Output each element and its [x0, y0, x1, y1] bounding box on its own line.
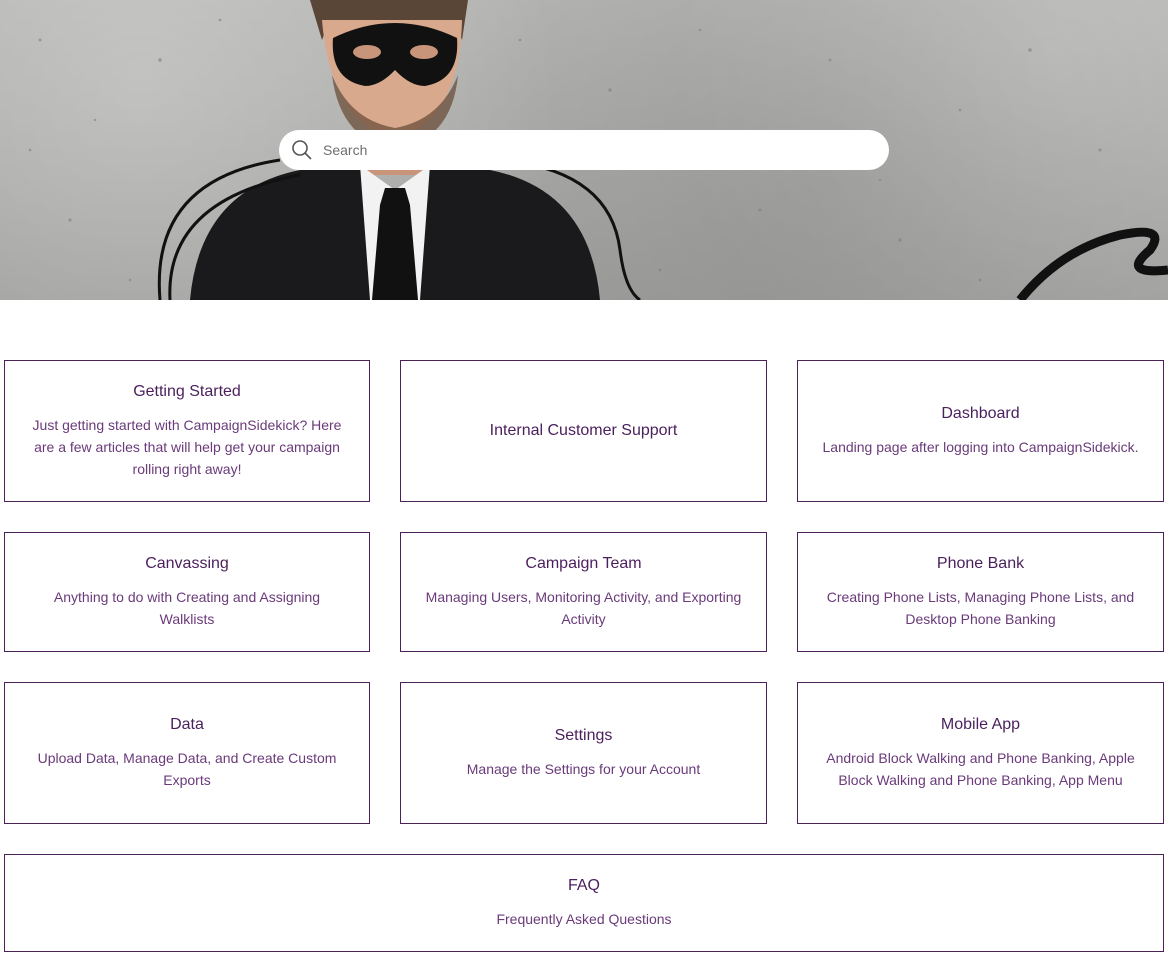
- category-title: Settings: [554, 727, 613, 744]
- category-description: Just getting started with CampaignSideki…: [32, 417, 342, 477]
- category-card-mobile-app[interactable]: Mobile App Android Block Walking and Pho…: [797, 682, 1164, 824]
- category-title: FAQ: [567, 877, 600, 894]
- category-title: Dashboard: [941, 405, 1020, 422]
- search-bar[interactable]: [279, 130, 889, 170]
- category-card-getting-started[interactable]: Getting Started Just getting started wit…: [4, 360, 370, 502]
- category-title: Getting Started: [133, 383, 241, 400]
- category-description: Android Block Walking and Phone Banking,…: [826, 750, 1135, 788]
- category-card-phone-bank[interactable]: Phone Bank Creating Phone Lists, Managin…: [797, 532, 1164, 652]
- category-title: Campaign Team: [525, 555, 642, 572]
- category-card-data[interactable]: Data Upload Data, Manage Data, and Creat…: [4, 682, 370, 824]
- category-title: Canvassing: [145, 555, 229, 572]
- category-description: Frequently Asked Questions: [496, 911, 672, 927]
- category-card-campaign-team[interactable]: Campaign Team Managing Users, Monitoring…: [400, 532, 767, 652]
- category-title: Phone Bank: [936, 555, 1025, 572]
- category-description: Landing page after logging into Campaign…: [822, 439, 1139, 455]
- category-title: Data: [170, 716, 204, 733]
- category-card-dashboard[interactable]: Dashboard Landing page after logging int…: [797, 360, 1164, 502]
- category-card-canvassing[interactable]: Canvassing Anything to do with Creating …: [4, 532, 370, 652]
- category-card-settings[interactable]: Settings Manage the Settings for your Ac…: [400, 682, 767, 824]
- category-description: Creating Phone Lists, Managing Phone Lis…: [826, 589, 1135, 627]
- search-icon: [291, 139, 313, 161]
- search-input[interactable]: [321, 141, 865, 159]
- category-description: Upload Data, Manage Data, and Create Cus…: [37, 750, 337, 788]
- hero-banner: [0, 0, 1168, 300]
- category-description: Anything to do with Creating and Assigni…: [53, 589, 321, 627]
- category-description: Managing Users, Monitoring Activity, and…: [425, 589, 742, 627]
- category-title: Internal Customer Support: [489, 422, 678, 439]
- category-title: Mobile App: [940, 716, 1021, 733]
- category-card-faq[interactable]: FAQ Frequently Asked Questions: [4, 854, 1164, 952]
- category-description: Manage the Settings for your Account: [466, 761, 701, 777]
- category-card-internal-customer-support[interactable]: Internal Customer Support: [400, 360, 767, 502]
